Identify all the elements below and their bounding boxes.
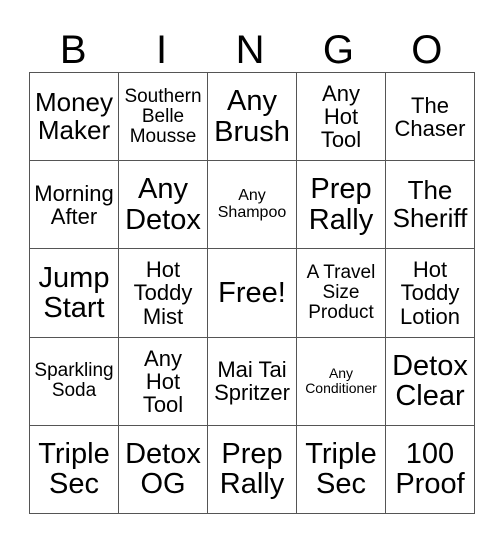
- bingo-cell[interactable]: Prep Rally: [207, 424, 297, 515]
- bingo-cell[interactable]: Triple Sec: [296, 424, 386, 515]
- bingo-cell[interactable]: Mai Tai Spritzer: [207, 336, 297, 426]
- bingo-cell[interactable]: Southern Belle Mousse: [118, 71, 208, 162]
- bingo-row: Morning After Any Detox Any Shampoo Prep…: [29, 160, 475, 250]
- bingo-cell[interactable]: Detox OG: [118, 424, 208, 515]
- bingo-row: Triple Sec Detox OG Prep Rally Triple Se…: [29, 424, 475, 515]
- bingo-cell[interactable]: Money Maker: [29, 71, 119, 162]
- header-letter-b: B: [59, 28, 87, 72]
- bingo-cell[interactable]: Hot Toddy Mist: [118, 248, 208, 338]
- bingo-cell[interactable]: 100 Proof: [385, 424, 475, 515]
- bingo-cell[interactable]: Detox Clear: [385, 336, 475, 426]
- bingo-card-grid: Money Maker Southern Belle Mousse Any Br…: [29, 71, 475, 515]
- bingo-cell[interactable]: Any Hot Tool: [296, 71, 386, 162]
- bingo-row: Money Maker Southern Belle Mousse Any Br…: [29, 71, 475, 162]
- bingo-cell[interactable]: The Sheriff: [385, 160, 475, 250]
- header-letter-i: I: [156, 28, 168, 72]
- bingo-cell[interactable]: Any Conditioner: [296, 336, 386, 426]
- bingo-cell[interactable]: Prep Rally: [296, 160, 386, 250]
- bingo-cell[interactable]: Hot Toddy Lotion: [385, 248, 475, 338]
- bingo-cell[interactable]: Any Brush: [207, 71, 297, 162]
- bingo-cell[interactable]: Any Detox: [118, 160, 208, 250]
- bingo-cell[interactable]: Triple Sec: [29, 424, 119, 515]
- bingo-row: Sparkling Soda Any Hot Tool Mai Tai Spri…: [29, 336, 475, 426]
- header-letter-g: G: [322, 28, 354, 72]
- bingo-cell[interactable]: Sparkling Soda: [29, 336, 119, 426]
- header-letter-o: O: [411, 28, 443, 72]
- bingo-cell[interactable]: A Travel Size Product: [296, 248, 386, 338]
- bingo-cell[interactable]: Morning After: [29, 160, 119, 250]
- bingo-row: Jump Start Hot Toddy Mist Free! A Travel…: [29, 248, 475, 338]
- header-letter-n: N: [235, 28, 265, 72]
- bingo-cell[interactable]: The Chaser: [385, 71, 475, 162]
- bingo-cell[interactable]: Any Hot Tool: [118, 336, 208, 426]
- bingo-cell[interactable]: Any Shampoo: [207, 160, 297, 250]
- bingo-cell-free[interactable]: Free!: [207, 248, 297, 338]
- bingo-cell[interactable]: Jump Start: [29, 248, 119, 338]
- bingo-header: B I N G O: [29, 28, 471, 72]
